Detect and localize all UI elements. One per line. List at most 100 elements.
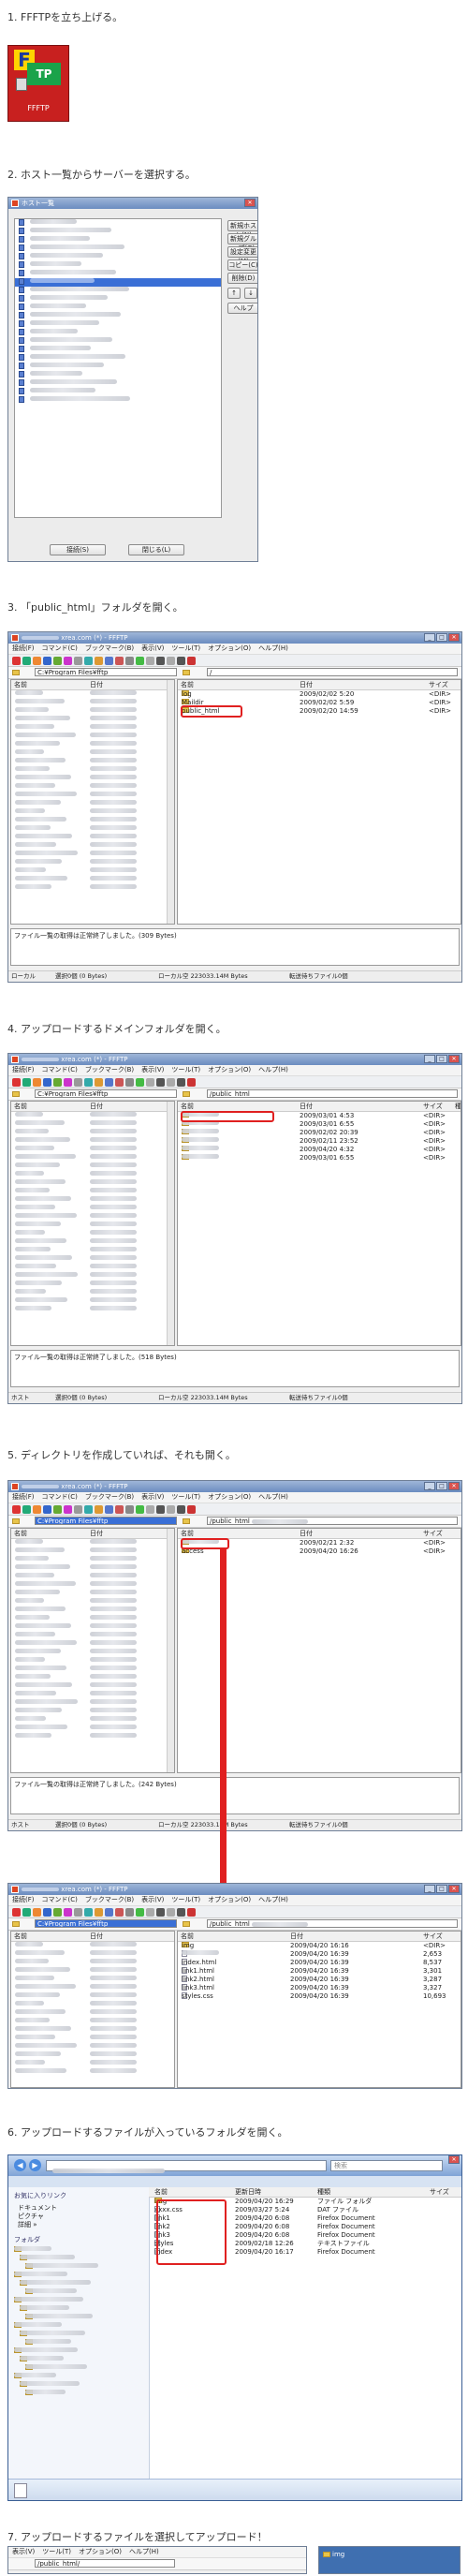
toolbar-button-icon[interactable]	[187, 1504, 196, 1514]
local-file-row[interactable]	[11, 1188, 174, 1196]
menu-item[interactable]: ブックマーク(B)	[85, 644, 134, 652]
local-file-row[interactable]	[11, 2018, 174, 2026]
folder-tree-item[interactable]	[8, 2314, 149, 2322]
local-file-row[interactable]	[11, 707, 174, 716]
host-list-item[interactable]	[15, 312, 221, 320]
menu-item[interactable]: 接続(F)	[12, 1493, 35, 1501]
local-file-row[interactable]	[11, 876, 174, 884]
toolbar-button-icon[interactable]	[53, 1077, 62, 1087]
host-list-item[interactable]	[15, 320, 221, 329]
local-pane[interactable]: 名前 日付	[10, 1101, 175, 1346]
local-file-row[interactable]	[11, 2043, 174, 2051]
close-icon[interactable]: ✕	[448, 2155, 460, 2164]
forward-icon[interactable]: ▶	[29, 2159, 41, 2171]
toolbar-button-icon[interactable]	[187, 1077, 196, 1087]
toolbar-button-icon[interactable]	[84, 656, 93, 665]
local-path-field[interactable]: C:¥Program Files¥fftp	[35, 1517, 177, 1525]
toolbar-button-icon[interactable]	[33, 656, 41, 665]
address-bar[interactable]	[46, 2160, 327, 2173]
toolbar-button-icon[interactable]	[22, 656, 31, 665]
remote-path-field[interactable]: /public_html	[207, 1919, 458, 1928]
menu-item[interactable]: オプション(O)	[208, 1493, 251, 1501]
local-file-row[interactable]	[11, 1112, 174, 1120]
menu-item[interactable]: オプション(O)	[208, 644, 251, 652]
host-list-item[interactable]	[15, 303, 221, 312]
minimize-icon[interactable]: _	[424, 1885, 435, 1893]
folder-tree-item[interactable]	[8, 2347, 149, 2356]
local-file-row[interactable]	[11, 758, 174, 766]
menu-item[interactable]: ブックマーク(B)	[85, 1896, 134, 1903]
toolbar-button-icon[interactable]	[95, 1504, 103, 1514]
local-file-row[interactable]	[11, 1942, 174, 1950]
toolbar-button-icon[interactable]	[136, 656, 144, 665]
local-file-row[interactable]	[11, 1556, 174, 1564]
toolbar-button-icon[interactable]	[177, 656, 185, 665]
menu-item[interactable]: 接続(F)	[12, 644, 35, 652]
toolbar-button-icon[interactable]	[136, 1907, 144, 1917]
toolbar-button-icon[interactable]	[146, 656, 154, 665]
menu-item[interactable]: 表示(V)	[141, 644, 164, 652]
folder-icon[interactable]	[183, 1517, 192, 1525]
favorite-link[interactable]: 詳細 »	[8, 2221, 149, 2229]
close-icon[interactable]: ✕	[448, 1885, 460, 1893]
folder-icon[interactable]	[12, 669, 22, 676]
menu-item[interactable]: ツール(T)	[171, 1493, 200, 1501]
remote-path-field[interactable]: /public_html/	[35, 2559, 175, 2568]
toolbar-button-icon[interactable]	[156, 1504, 165, 1514]
scrollbar[interactable]	[167, 1102, 174, 1345]
toolbar-button-icon[interactable]	[64, 1907, 72, 1917]
toolbar-button-icon[interactable]	[125, 1504, 134, 1514]
menu-item[interactable]: コマンド(C)	[42, 1493, 78, 1501]
toolbar-button-icon[interactable]	[53, 656, 62, 665]
host-list-item[interactable]	[15, 219, 221, 228]
local-file-row[interactable]	[11, 1598, 174, 1606]
toolbar-button-icon[interactable]	[115, 1504, 124, 1514]
toolbar-button-icon[interactable]	[105, 656, 113, 665]
host-list-item[interactable]	[15, 295, 221, 303]
host-list-item[interactable]	[15, 253, 221, 261]
toolbar-button-icon[interactable]	[64, 656, 72, 665]
menu-item[interactable]: オプション(O)	[208, 1066, 251, 1073]
local-file-row[interactable]	[11, 741, 174, 749]
menu-item[interactable]: 表示(V)	[141, 1896, 164, 1903]
remote-file-row[interactable]: 2009/04/20 4:32 <DIR>	[178, 1146, 461, 1154]
host-list-item[interactable]	[15, 236, 221, 244]
toolbar-button-icon[interactable]	[74, 1907, 82, 1917]
folder-tree-item[interactable]	[8, 2272, 149, 2280]
toolbar-button-icon[interactable]	[177, 1077, 185, 1087]
toolbar-button-icon[interactable]	[12, 1077, 21, 1087]
local-file-row[interactable]	[11, 851, 174, 859]
host-list-item[interactable]	[15, 278, 221, 287]
host-list-item[interactable]	[15, 244, 221, 253]
toolbar-button-icon[interactable]	[64, 1504, 72, 1514]
local-file-row[interactable]	[11, 1547, 174, 1556]
toolbar-button-icon[interactable]	[43, 656, 51, 665]
toolbar-button-icon[interactable]	[146, 1504, 154, 1514]
toolbar-button-icon[interactable]	[105, 1907, 113, 1917]
local-file-row[interactable]	[11, 1615, 174, 1623]
local-file-row[interactable]	[11, 1992, 174, 2001]
toolbar-button-icon[interactable]	[53, 1907, 62, 1917]
folder-tree-item[interactable]	[8, 2390, 149, 2398]
favorite-link[interactable]: ドキュメント	[8, 2204, 149, 2213]
local-file-row[interactable]	[11, 1238, 174, 1247]
host-list-item[interactable]	[15, 287, 221, 295]
local-path-field[interactable]: C:¥Program Files¥fftp	[35, 1919, 177, 1928]
toolbar-button-icon[interactable]	[125, 1077, 134, 1087]
toolbar-button-icon[interactable]	[33, 1077, 41, 1087]
menu-item[interactable]: ヘルプ(H)	[258, 1896, 288, 1903]
remote-file-row[interactable]: link2.html 2009/04/20 16:39 3,287	[178, 1976, 461, 1984]
local-file-row[interactable]	[11, 1196, 174, 1205]
local-file-row[interactable]	[11, 884, 174, 893]
local-file-row[interactable]	[11, 2001, 174, 2009]
host-list-item[interactable]	[15, 270, 221, 278]
host-dialog-button[interactable]: 新規グループ(G)	[227, 233, 257, 252]
toolbar-button-icon[interactable]	[167, 656, 175, 665]
maximize-icon[interactable]: □	[436, 1055, 447, 1063]
toolbar-button-icon[interactable]	[177, 1504, 185, 1514]
local-file-row[interactable]	[11, 1137, 174, 1146]
local-file-row[interactable]	[11, 1657, 174, 1666]
menu-item[interactable]: コマンド(C)	[42, 1066, 78, 1073]
local-file-row[interactable]	[11, 1682, 174, 1691]
local-file-row[interactable]	[11, 1297, 174, 1306]
